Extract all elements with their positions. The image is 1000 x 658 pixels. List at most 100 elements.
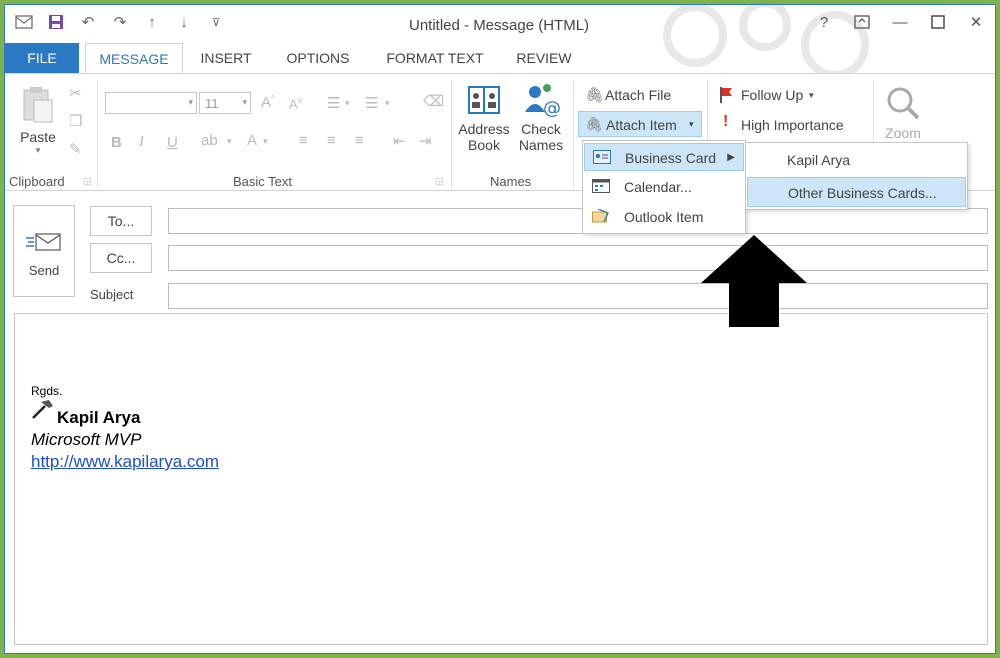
follow-up-label: Follow Up: [741, 87, 804, 103]
window-title: Untitled - Message (HTML): [409, 17, 590, 34]
minimize-icon[interactable]: —: [891, 13, 909, 31]
bold-icon[interactable]: B: [111, 134, 122, 151]
check-names-button[interactable]: @ Check Names: [513, 82, 569, 170]
help-icon[interactable]: ?: [815, 13, 833, 31]
attach-file-label: Attach File: [605, 87, 672, 103]
italic-icon[interactable]: I: [139, 134, 144, 151]
calendar-label: Calendar...: [624, 179, 692, 195]
maximize-icon[interactable]: [929, 13, 947, 31]
dialog-launcher-icon[interactable]: ◲: [435, 176, 444, 187]
quick-access-toolbar: ↶ ↷ ↑ ↓ ⊽: [15, 13, 225, 31]
signature-name: Kapil Arya: [57, 408, 141, 427]
numbering-icon[interactable]: ☰: [365, 94, 378, 112]
undo-icon[interactable]: ↶: [79, 13, 97, 31]
attach-file-button[interactable]: 🖇 Attach File: [581, 84, 701, 108]
names-group-label: Names: [490, 174, 532, 189]
increase-indent-icon[interactable]: ⇥: [419, 132, 432, 150]
format-painter-icon[interactable]: ✎: [69, 140, 82, 158]
decrease-indent-icon[interactable]: ⇤: [393, 132, 406, 150]
font-size-combo[interactable]: 11 ▾: [199, 92, 251, 114]
subject-field[interactable]: [168, 283, 988, 309]
to-button[interactable]: To...: [90, 206, 152, 236]
outlook-app-icon[interactable]: [15, 13, 33, 31]
attach-item-icon: 🖇: [585, 116, 603, 132]
separator: [451, 80, 452, 188]
bullets-icon[interactable]: ☰: [327, 94, 340, 112]
font-name-combo[interactable]: ▾: [105, 92, 197, 114]
menu-item-kapil-arya[interactable]: Kapil Arya: [747, 145, 966, 175]
tab-message[interactable]: MESSAGE: [85, 43, 183, 74]
copy-icon[interactable]: ❐: [69, 112, 82, 130]
ribbon-tabs: FILE MESSAGE INSERT OPTIONS FORMAT TEXT …: [5, 43, 995, 74]
high-importance-label: High Importance: [741, 117, 844, 133]
check-names-icon: @: [525, 84, 561, 119]
chevron-right-icon: ▶: [727, 152, 735, 163]
chevron-down-icon: ▾: [809, 90, 814, 100]
send-icon: [26, 233, 61, 251]
flag-icon: [720, 87, 732, 103]
window-controls: ? — ✕: [815, 13, 985, 32]
business-card-label: Business Card: [625, 150, 717, 166]
cc-button[interactable]: Cc...: [90, 243, 152, 273]
tab-file[interactable]: FILE: [5, 43, 79, 73]
cc-field[interactable]: [168, 245, 988, 271]
align-center-icon[interactable]: ≡: [327, 132, 336, 149]
business-card-submenu: Kapil Arya Other Business Cards...: [745, 142, 968, 210]
check-names-label-2: Names: [518, 137, 564, 153]
cut-icon[interactable]: ✂: [69, 84, 82, 102]
paste-label: Paste: [20, 129, 56, 145]
send-button[interactable]: Send: [13, 205, 75, 297]
exclamation-icon: !: [723, 113, 729, 130]
shrink-font-icon[interactable]: Av: [289, 96, 302, 111]
customize-qat-icon[interactable]: ⊽: [207, 13, 225, 31]
address-book-label-2: Book: [468, 137, 500, 153]
ribbon-display-icon[interactable]: [853, 13, 871, 31]
arrow-down-icon[interactable]: ↓: [175, 13, 193, 31]
chevron-down-icon: ▾: [385, 98, 390, 108]
address-book-button[interactable]: Address Book: [455, 82, 513, 170]
high-importance-button[interactable]: ! High Importance: [717, 112, 867, 136]
hammer-icon: [32, 400, 53, 419]
redo-icon[interactable]: ↷: [111, 13, 129, 31]
menu-item-calendar[interactable]: Calendar...: [584, 173, 744, 201]
chevron-down-icon: ▾: [227, 136, 232, 146]
grow-font-icon[interactable]: A^: [261, 94, 275, 111]
chevron-down-icon: ▾: [242, 97, 247, 107]
attach-item-label: Attach Item: [606, 117, 677, 133]
message-body[interactable]: Rgds. Kapil Arya Microsoft MVP http://ww…: [14, 313, 988, 645]
tab-format-text[interactable]: FORMAT TEXT: [375, 43, 495, 73]
menu-item-other-business-cards[interactable]: Other Business Cards...: [747, 177, 966, 207]
clear-formatting-icon[interactable]: ⌫: [423, 92, 444, 110]
subject-label: Subject: [90, 287, 134, 302]
align-right-icon[interactable]: ≡: [355, 132, 364, 149]
check-names-label: Check: [521, 121, 561, 137]
attach-item-menu: Business Card ▶ Calendar... Outlook Item: [582, 140, 746, 234]
signature-link[interactable]: http://www.kapilarya.com: [31, 452, 219, 472]
paste-button[interactable]: Paste ▾: [17, 86, 59, 166]
title-bar: ↶ ↷ ↑ ↓ ⊽ Untitled - Message (HTML) ? — …: [5, 5, 995, 105]
outlook-message-window: ↶ ↷ ↑ ↓ ⊽ Untitled - Message (HTML) ? — …: [4, 4, 996, 654]
menu-item-outlook-item[interactable]: Outlook Item: [584, 203, 744, 231]
font-color-icon[interactable]: A: [247, 132, 257, 149]
signature-greeting: Rgds.: [31, 384, 63, 398]
save-icon[interactable]: [47, 13, 65, 31]
arrow-up-icon[interactable]: ↑: [143, 13, 161, 31]
separator: [573, 80, 574, 188]
tab-insert[interactable]: INSERT: [191, 43, 261, 73]
menu-item-business-card[interactable]: Business Card ▶: [584, 143, 744, 171]
align-left-icon[interactable]: ≡: [299, 132, 308, 149]
tab-options[interactable]: OPTIONS: [275, 43, 361, 73]
follow-up-button[interactable]: Follow Up ▾: [717, 84, 827, 108]
to-field[interactable]: [168, 208, 988, 234]
underline-icon[interactable]: U: [167, 134, 178, 151]
highlight-icon[interactable]: ab: [201, 132, 218, 149]
calendar-icon: [592, 179, 610, 193]
attach-item-button[interactable]: 🖇 Attach Item ▾: [578, 111, 702, 137]
outlook-item-icon: [592, 209, 609, 223]
close-icon[interactable]: ✕: [967, 13, 985, 31]
separator: [97, 80, 98, 188]
zoom-label: Zoom: [885, 125, 921, 141]
tab-review[interactable]: REVIEW: [505, 43, 583, 73]
dialog-launcher-icon[interactable]: ◲: [83, 176, 92, 187]
paperclip-icon: 🖇: [585, 87, 605, 104]
